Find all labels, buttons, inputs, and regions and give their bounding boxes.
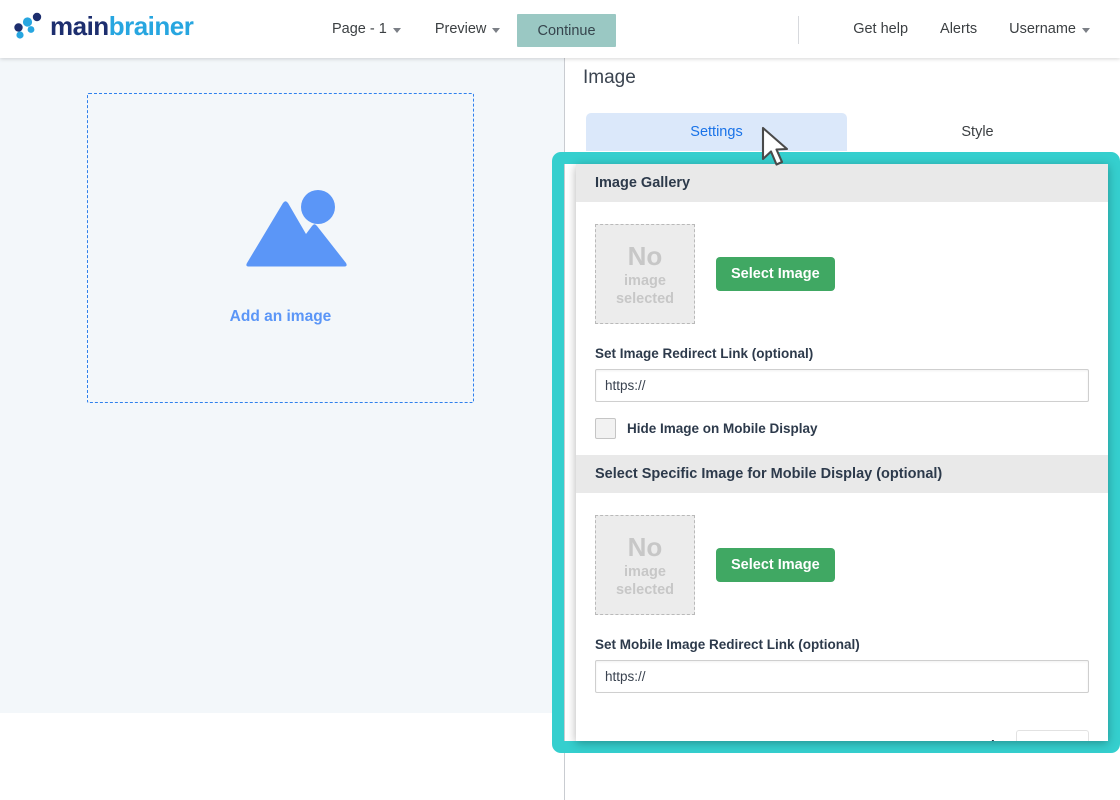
hide-image-mobile-checkbox[interactable] — [595, 418, 616, 439]
no-image-preview[interactable]: No image selected — [595, 224, 695, 324]
page-title: Image — [583, 67, 636, 89]
select-image-button[interactable]: Select Image — [716, 257, 835, 291]
add-image-dropzone[interactable]: Add an image — [87, 93, 474, 403]
tab-style-label: Style — [961, 124, 993, 140]
tab-settings[interactable]: Settings — [586, 113, 847, 151]
no-image-line2: image — [624, 272, 666, 290]
tab-settings-label: Settings — [690, 124, 742, 140]
section-heading-label: Select Specific Image for Mobile Display… — [595, 466, 942, 482]
app-root: mainbrainer Page - 1 Preview Continue Ge… — [0, 0, 1120, 800]
hide-on-mobile-row[interactable]: Hide Image on Mobile Display — [595, 418, 1089, 455]
nav-preview-selector[interactable]: Preview — [418, 0, 518, 58]
image-redirect-link-label: Set Image Redirect Link (optional) — [595, 346, 1089, 361]
nav-page-label: Page - 1 — [332, 21, 387, 37]
panel-tabs: Settings Style — [586, 113, 1108, 151]
arrow-cursor — [760, 126, 794, 170]
image-select-row: No image selected Select Image — [595, 224, 1089, 324]
no-image-line3: selected — [616, 290, 674, 308]
header-nav-left: Page - 1 Preview — [315, 0, 517, 58]
save-button[interactable]: Save — [1016, 730, 1089, 741]
section-body-mobile-image: No image selected Select Image Set Mobil… — [576, 493, 1108, 741]
cancel-button[interactable]: Cancel — [941, 731, 1001, 741]
tab-style[interactable]: Style — [847, 113, 1108, 151]
mobile-redirect-link-label: Set Mobile Image Redirect Link (optional… — [595, 637, 1089, 652]
nav-get-help-label: Get help — [853, 21, 908, 37]
chevron-down-icon — [492, 28, 500, 33]
mobile-no-image-preview[interactable]: No image selected — [595, 515, 695, 615]
brand-logo[interactable]: mainbrainer — [11, 12, 193, 40]
chevron-down-icon — [1082, 28, 1090, 33]
mobile-image-select-row: No image selected Select Image — [595, 515, 1089, 615]
hide-image-mobile-label: Hide Image on Mobile Display — [627, 421, 818, 436]
no-image-line2: image — [624, 563, 666, 581]
continue-button[interactable]: Continue — [517, 14, 616, 47]
nav-username-menu[interactable]: Username — [993, 0, 1106, 58]
image-settings-modal: Image Gallery No image selected Select I… — [576, 164, 1108, 741]
nav-alerts-label: Alerts — [940, 21, 977, 37]
header-divider — [798, 16, 799, 44]
mobile-select-image-button[interactable]: Select Image — [716, 548, 835, 582]
add-image-label: Add an image — [230, 308, 332, 326]
mobile-redirect-link-input[interactable] — [595, 660, 1089, 693]
image-redirect-link-input[interactable] — [595, 369, 1089, 402]
logo-word-main: main — [50, 11, 109, 41]
section-body-image-gallery: No image selected Select Image Set Image… — [576, 202, 1108, 455]
nav-alerts[interactable]: Alerts — [924, 0, 993, 58]
no-image-line3: selected — [616, 581, 674, 599]
section-header-image-gallery: Image Gallery — [576, 164, 1108, 202]
header-nav-right: Get help Alerts Username — [837, 0, 1106, 58]
dots-logo-icon — [11, 12, 43, 40]
modal-footer: Cancel Save — [595, 730, 1089, 741]
section-header-mobile-image: Select Specific Image for Mobile Display… — [576, 455, 1108, 493]
mountain-image-icon — [205, 170, 365, 290]
nav-page-selector[interactable]: Page - 1 — [315, 0, 418, 58]
no-image-line1: No — [628, 531, 663, 564]
section-heading-label: Image Gallery — [595, 175, 690, 191]
nav-username-label: Username — [1009, 21, 1076, 37]
top-header: mainbrainer Page - 1 Preview Continue Ge… — [0, 0, 1120, 58]
chevron-down-icon — [393, 28, 401, 33]
logo-wordmark: mainbrainer — [50, 13, 193, 39]
nav-get-help[interactable]: Get help — [837, 0, 924, 58]
no-image-line1: No — [628, 240, 663, 273]
editor-canvas-footer — [0, 713, 565, 800]
nav-preview-label: Preview — [435, 21, 487, 37]
logo-word-brainer: brainer — [109, 11, 194, 41]
